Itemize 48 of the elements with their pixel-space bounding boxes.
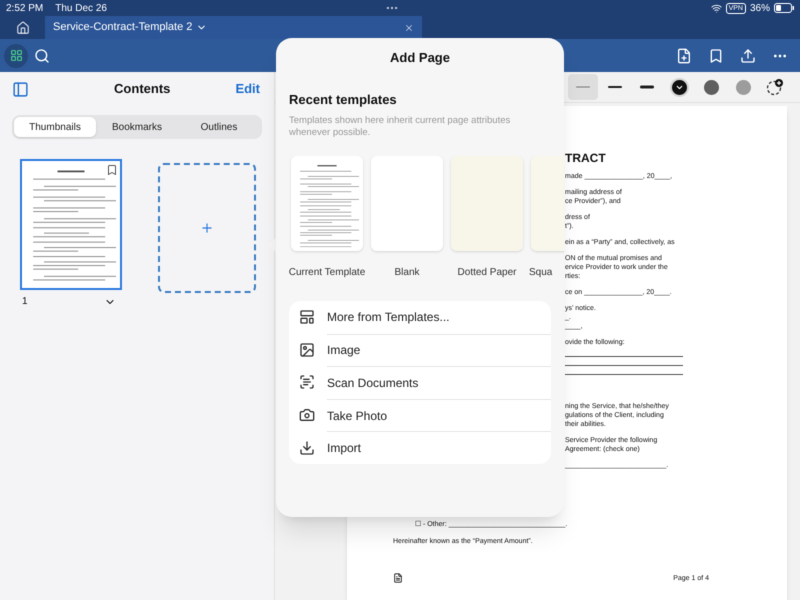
segment-tab[interactable]: Bookmarks	[96, 117, 178, 137]
share-icon[interactable]	[740, 48, 756, 64]
action-item[interactable]: Import	[289, 431, 551, 464]
action-item[interactable]: Take Photo	[289, 398, 551, 432]
page-number: 1	[22, 295, 28, 309]
page-thumbnail[interactable]	[20, 159, 122, 290]
download-icon	[299, 440, 315, 456]
segment-tab[interactable]: Thumbnails	[14, 117, 96, 137]
camera-icon	[299, 407, 315, 424]
image-icon	[299, 342, 315, 358]
popover-title: Add Page	[389, 49, 451, 67]
segment-tab[interactable]: Outlines	[178, 117, 260, 137]
battery-percent: 36%	[750, 2, 770, 16]
add-page-icon[interactable]	[676, 48, 692, 64]
template-label: Dotted Paper	[458, 266, 516, 280]
wifi-icon	[710, 2, 722, 14]
sidebar-toggle-icon[interactable]	[12, 80, 29, 98]
template-label: Current Template	[289, 266, 366, 280]
file-icon	[393, 572, 403, 584]
line-icon	[608, 85, 622, 89]
section-hint: Templates shown here inherit current page attributes whenever possible.	[289, 115, 512, 139]
template-icon	[299, 309, 315, 326]
add-color-icon	[766, 78, 784, 96]
action-item[interactable]: More from Templates...	[289, 301, 551, 334]
tab-title: Service-Contract-Template 2	[53, 20, 192, 36]
search-icon[interactable]	[34, 48, 50, 64]
template-label: Blank	[394, 266, 420, 280]
add-page-tile[interactable]	[158, 163, 256, 293]
sidebar-title: Contents	[113, 80, 172, 98]
grid-view-button[interactable]	[4, 44, 28, 68]
section-title: Recent templates	[289, 90, 398, 109]
status-time: 2:52 PM	[6, 2, 44, 16]
home-icon	[16, 20, 30, 34]
line-icon	[576, 85, 590, 89]
action-item[interactable]: Scan Documents	[289, 366, 551, 399]
document-heading: TRACT	[565, 151, 607, 165]
action-item[interactable]: Image	[289, 334, 551, 366]
edit-button[interactable]: Edit	[235, 79, 262, 99]
plus-icon	[200, 221, 214, 235]
bookmark-icon[interactable]	[106, 163, 118, 177]
template-label: Squa	[529, 266, 552, 280]
battery-icon	[774, 3, 794, 13]
document-tab[interactable]: Service-Contract-Template 2	[45, 16, 422, 39]
close-icon[interactable]	[404, 22, 414, 32]
scan-icon	[299, 374, 315, 390]
grid-icon	[10, 49, 22, 62]
bookmark-icon[interactable]	[708, 48, 724, 64]
status-date: Thu Dec 26	[55, 2, 107, 16]
